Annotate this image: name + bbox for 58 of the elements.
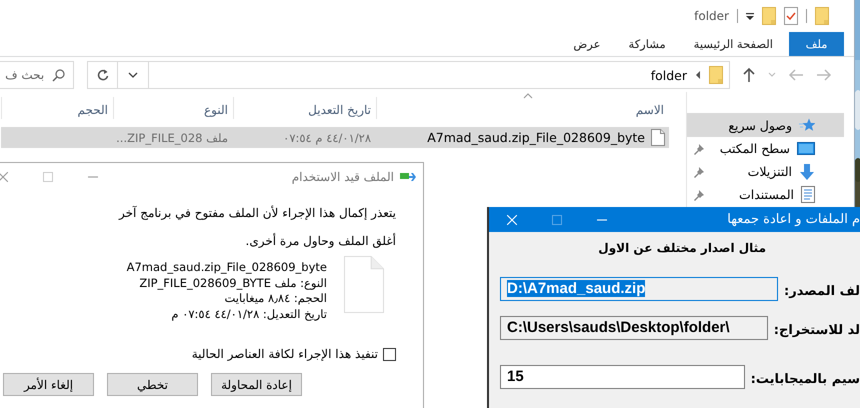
- input-field[interactable]: C:\Users\sauds\Desktop\folder\: [500, 316, 768, 340]
- dialog-button[interactable]: تخطي: [107, 373, 198, 396]
- instruction-text: أغلق الملف وحاول مرة أخرى.: [244, 234, 396, 248]
- folder-icon: [762, 7, 776, 25]
- file-detail: النوع: ملف ZIP_FILE_028609_BYTE: [138, 276, 327, 291]
- document-icon: [801, 186, 815, 203]
- breadcrumb[interactable]: folder: [650, 68, 687, 82]
- window-title: م الملفات و اعادة جمعها: [727, 212, 860, 227]
- ribbon-tab[interactable]: عرض: [561, 32, 613, 56]
- file-icon: [344, 256, 384, 313]
- file-detail: تاريخ التعديل: ٤٤/٠١/٢٨ ٠٧:٥٤ م: [170, 306, 327, 322]
- field-label: لد للاستخراج:: [774, 322, 860, 338]
- dialog-title: الملف قيد الاستخدام: [292, 170, 394, 184]
- input-field[interactable]: 15: [500, 365, 745, 389]
- chevron-down-icon[interactable]: [128, 72, 138, 78]
- download-arrow-icon: [799, 164, 815, 180]
- file-icon: [651, 129, 665, 146]
- checkbox[interactable]: [383, 348, 396, 360]
- star-icon: [799, 118, 815, 132]
- column-header[interactable]: الحجم: [1, 97, 113, 119]
- nav-item[interactable]: وصول سريع: [687, 113, 844, 137]
- address-bar[interactable]: folder: [116, 61, 730, 89]
- nav-item[interactable]: سطح المكتب: [687, 137, 844, 160]
- field-label: سيم بالميجابايت:: [750, 370, 860, 386]
- column-header[interactable]: النوع: [113, 97, 233, 119]
- checklist-icon: [784, 7, 798, 25]
- field-label: لف المصدر:: [784, 282, 860, 298]
- monitor-icon: [797, 142, 815, 156]
- refresh-icon[interactable]: [96, 69, 109, 81]
- window-title: folder: [694, 9, 729, 23]
- ribbon-tab[interactable]: الصفحة الرئيسية: [682, 32, 785, 56]
- input-field[interactable]: D:\A7mad_saud.zip: [500, 277, 778, 301]
- file-detail: الحجم: ٨٫٨٤ ميغابايت: [223, 291, 327, 306]
- file-menu-tab[interactable]: ملف: [789, 32, 844, 56]
- ribbon-tab[interactable]: مشاركة: [616, 32, 678, 56]
- nav-item[interactable]: المستندات: [687, 183, 844, 206]
- dialog-button[interactable]: إلغاء الأمر: [3, 373, 94, 396]
- folder-icon: [709, 66, 723, 84]
- error-message: يتعذر إكمال هذا الإجراء لأن الملف مفتوح في برنامج آخر: [118, 206, 396, 220]
- file-detail: A7mad_saud.zip_File_028609_byte: [126, 260, 327, 276]
- table-cell-text: ٤٤/٠١/٢٨ م ٠٧:٥٤: [282, 130, 372, 144]
- nav-item[interactable]: التنزيلات: [687, 160, 844, 183]
- search-icon: [52, 68, 66, 82]
- column-header[interactable]: تاريخ التعديل: [233, 97, 376, 119]
- close-icon[interactable]: [0, 172, 8, 182]
- checkbox-label: تنفيذ هذا الإجراء لكافة العناصر الحالية: [192, 347, 378, 361]
- dialog-button[interactable]: إعادة المحاولة: [211, 373, 302, 396]
- heading: مثال اصدار مختلف عن الاول: [597, 241, 767, 255]
- file-name: A7mad_saud.zip_File_028609_byte: [427, 130, 645, 145]
- column-header[interactable]: الاسم: [376, 97, 669, 119]
- folder-icon: [815, 7, 829, 25]
- up-arrow-icon[interactable]: [742, 67, 756, 83]
- refresh-button[interactable]: [87, 61, 117, 89]
- sort-caret-icon: [523, 93, 533, 99]
- search-field[interactable]: بحث ف: [0, 61, 74, 89]
- chevron-left-icon: [695, 71, 701, 79]
- table-cell-text: ملف ZIP_FILE_028...: [115, 130, 229, 144]
- dropdown-icon[interactable]: [746, 12, 754, 20]
